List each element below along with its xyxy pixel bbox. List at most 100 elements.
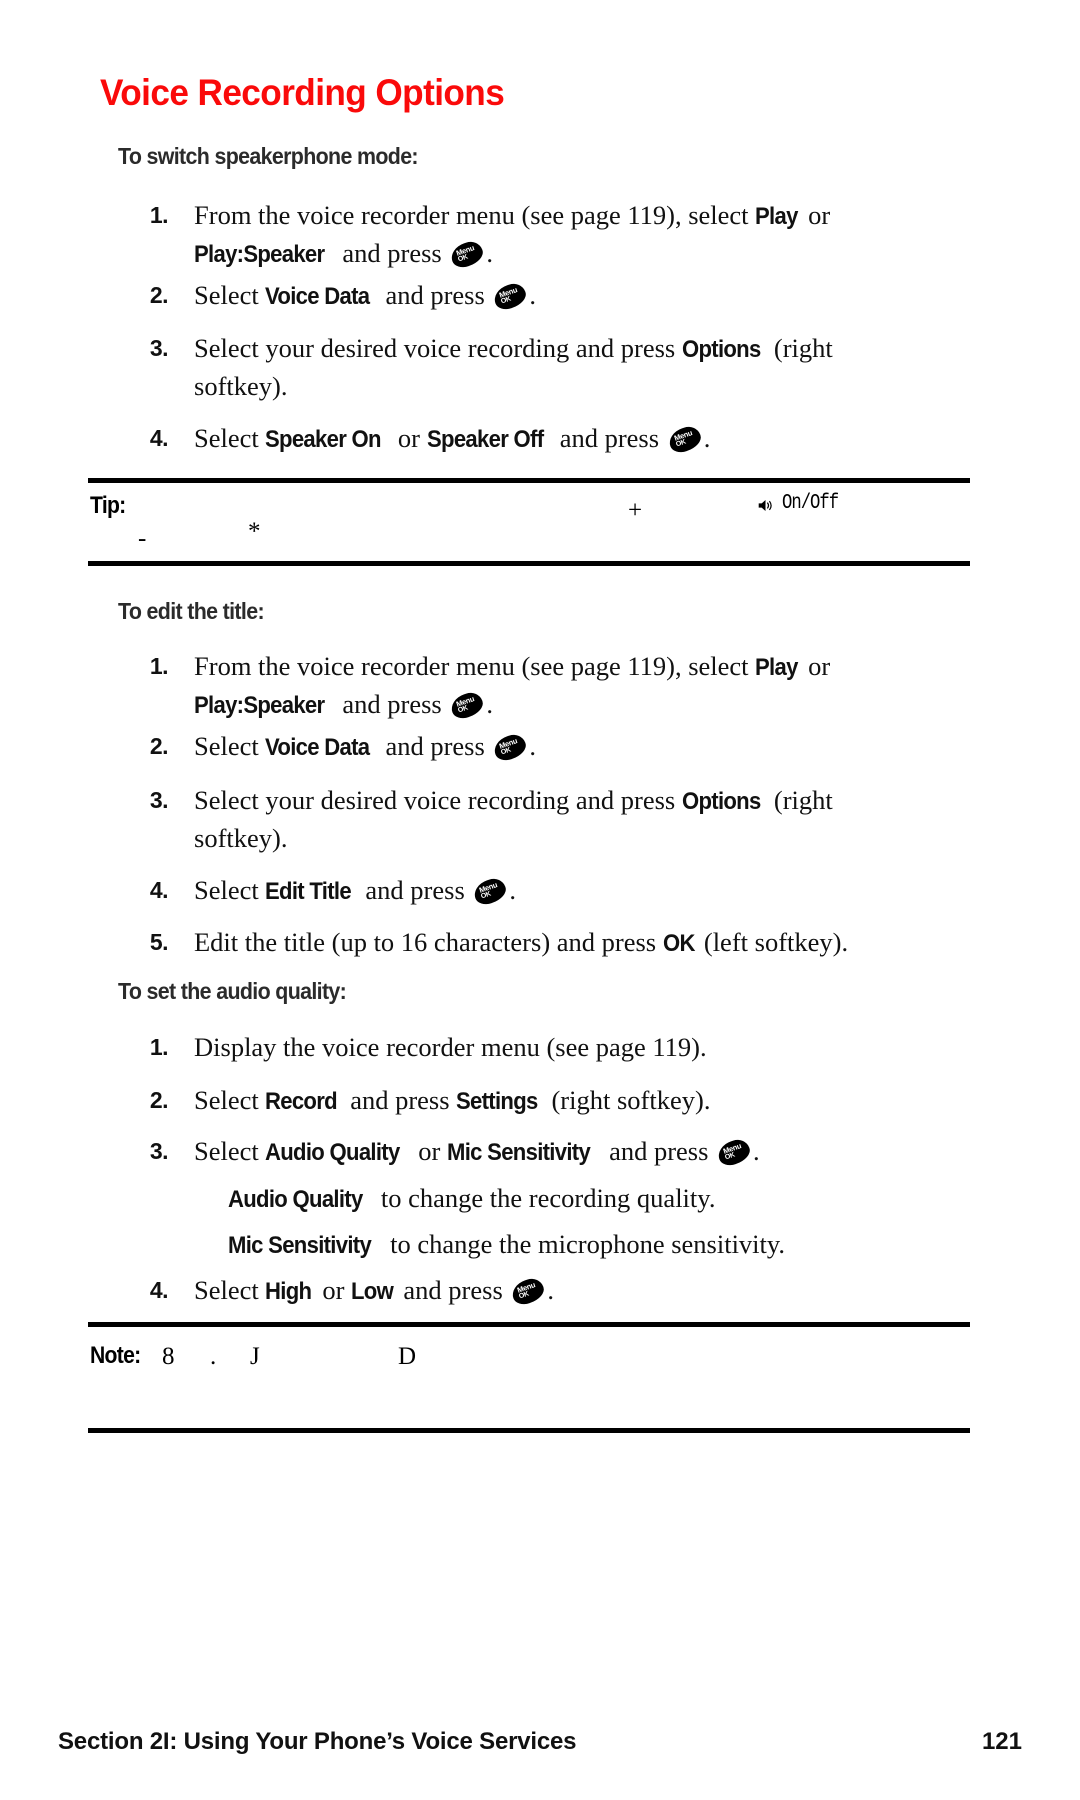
step-text: Select Edit Title and press Menu OK. <box>194 872 888 910</box>
step-item: 3. Select Audio Quality or Mic Sensitivi… <box>128 1133 928 1171</box>
note-char-2: . <box>210 1343 217 1370</box>
step-number: 2. <box>149 733 169 759</box>
step-text-pre: Select <box>194 280 266 310</box>
step-number: 2. <box>149 282 169 308</box>
menu-ok-key-icon: Menu OK <box>715 1136 753 1169</box>
step-text-pre: Select <box>194 423 266 453</box>
step-text: Select High or Low and press Menu OK. <box>194 1272 888 1310</box>
step-text-mid: or <box>801 651 831 681</box>
step-text: Select Voice Data and press Menu OK. <box>194 728 868 766</box>
tip-onoff-label: On/Off <box>782 492 839 515</box>
note-rule-top <box>88 1322 970 1327</box>
keyword-voice-data: Voice Data <box>265 734 370 761</box>
tip-line2-hyphen: - <box>138 525 147 552</box>
step-text-post: and press <box>553 423 666 453</box>
step-text-mid: and press <box>343 1085 457 1115</box>
step-item: 2. Select Record and press Settings (rig… <box>128 1082 888 1120</box>
step-text-post: and press <box>602 1136 716 1166</box>
tip-rule-bottom <box>88 561 970 566</box>
menu-ok-key-icon: Menu OK <box>509 1275 548 1308</box>
step-text: Select Voice Data and press Menu OK. <box>194 277 868 315</box>
bullet-audio-quality: Audio Quality to change the recording qu… <box>228 1180 988 1218</box>
note-char-4: D <box>398 1343 417 1370</box>
step-number: 3. <box>149 787 169 813</box>
step-number: 4. <box>149 877 169 903</box>
step-text-mid: or <box>391 423 427 453</box>
step-number: 2. <box>149 1087 169 1113</box>
tip-rule-top <box>88 478 970 483</box>
step-number: 1. <box>149 202 169 228</box>
step-text-mid: or <box>801 200 831 230</box>
step-text-tail: . <box>529 731 537 761</box>
step-item: 2. Select Voice Data and press Menu OK. <box>128 277 868 315</box>
keyword-high: High <box>265 1278 312 1305</box>
step-text-tail: . <box>547 1275 555 1305</box>
bullet-text: to change the recording quality. <box>374 1183 716 1213</box>
menu-ok-key-icon: Menu OK <box>491 280 530 313</box>
section-heading-audio-quality: To set the audio quality: <box>118 978 347 1004</box>
menu-ok-key-icon: Menu OK <box>471 875 510 908</box>
step-item: 3. Select your desired voice recording a… <box>128 782 888 856</box>
keyword-audio-quality: Audio Quality <box>265 1139 400 1166</box>
note-rule-bottom <box>88 1428 970 1433</box>
step-text-tail: . <box>509 875 517 905</box>
menu-ok-key-icon: Menu OK <box>448 238 487 271</box>
step-text-post: and press <box>335 238 449 268</box>
step-number: 5. <box>149 929 169 955</box>
step-text-tail: . <box>486 689 493 719</box>
page-number: 121 <box>981 1728 1022 1755</box>
section-heading-edit-title: To edit the title: <box>118 598 265 624</box>
note-char-3: J <box>250 1343 260 1370</box>
step-number: 3. <box>149 1138 169 1164</box>
keyword-low: Low <box>351 1278 394 1305</box>
step-text-post: and press <box>396 1275 510 1305</box>
keyword-speaker-off: Speaker Off <box>426 426 544 453</box>
tip-plus-symbol: + <box>628 497 643 524</box>
footer-section-label: Section 2I: Using Your Phone’s Voice Ser… <box>58 1728 577 1755</box>
tip-label: Tip: <box>90 492 126 519</box>
step-text-post: and press <box>378 731 492 761</box>
step-text-pre: Display the voice recorder menu (see pag… <box>194 1032 707 1062</box>
keyword-speaker-on: Speaker On <box>265 426 382 453</box>
keyword-settings: Settings <box>456 1088 538 1115</box>
step-number: 4. <box>149 1277 169 1303</box>
keyword-play-speaker: Play:Speaker <box>194 241 325 268</box>
step-text-post: and press <box>358 875 472 905</box>
step-number: 1. <box>149 1034 169 1060</box>
keyword-mic-sensitivity: Mic Sensitivity <box>228 1232 372 1259</box>
bullet-mic-sensitivity: Mic Sensitivity to change the microphone… <box>228 1226 1008 1264</box>
keyword-play: Play <box>755 203 798 230</box>
keyword-options: Options <box>681 336 761 363</box>
step-text: Select your desired voice recording and … <box>194 330 888 404</box>
step-text-tail: . <box>529 280 537 310</box>
note-label: Note: <box>90 1342 141 1369</box>
step-text: Select your desired voice recording and … <box>194 782 888 856</box>
step-text: From the voice recorder menu (see page 1… <box>194 648 868 724</box>
step-text-pre: From the voice recorder menu (see page 1… <box>194 651 756 681</box>
step-item: 5. Edit the title (up to 16 characters) … <box>128 924 928 962</box>
menu-ok-key-icon: Menu OK <box>448 689 487 722</box>
note-char-1: 8 <box>162 1343 175 1370</box>
keyword-mic-sensitivity: Mic Sensitivity <box>446 1139 591 1166</box>
keyword-play: Play <box>755 654 798 681</box>
step-item: 3. Select your desired voice recording a… <box>128 330 888 404</box>
keyword-record: Record <box>265 1088 338 1115</box>
tip-line2-asterisk: * <box>248 518 261 545</box>
step-text: Display the voice recorder menu (see pag… <box>194 1029 888 1065</box>
step-text-mid: or <box>315 1275 352 1305</box>
keyword-options: Options <box>681 788 761 815</box>
step-text-post: and press <box>378 280 492 310</box>
step-item: 4. Select Edit Title and press Menu OK. <box>128 872 888 910</box>
step-item: 1. From the voice recorder menu (see pag… <box>128 648 868 724</box>
step-text-mid: or <box>411 1136 447 1166</box>
step-number: 1. <box>149 653 169 679</box>
step-number: 4. <box>149 425 169 451</box>
step-text-pre: Select <box>194 731 266 761</box>
keyword-play-speaker: Play:Speaker <box>194 692 325 719</box>
step-number: 3. <box>149 335 169 361</box>
step-text: Edit the title (up to 16 characters) and… <box>194 924 928 962</box>
step-text: From the voice recorder menu (see page 1… <box>194 197 868 273</box>
step-text-post: (left softkey). <box>697 927 849 957</box>
step-text: Select Record and press Settings (right … <box>194 1082 888 1120</box>
section-heading-speakerphone: To switch speakerphone mode: <box>118 143 419 169</box>
